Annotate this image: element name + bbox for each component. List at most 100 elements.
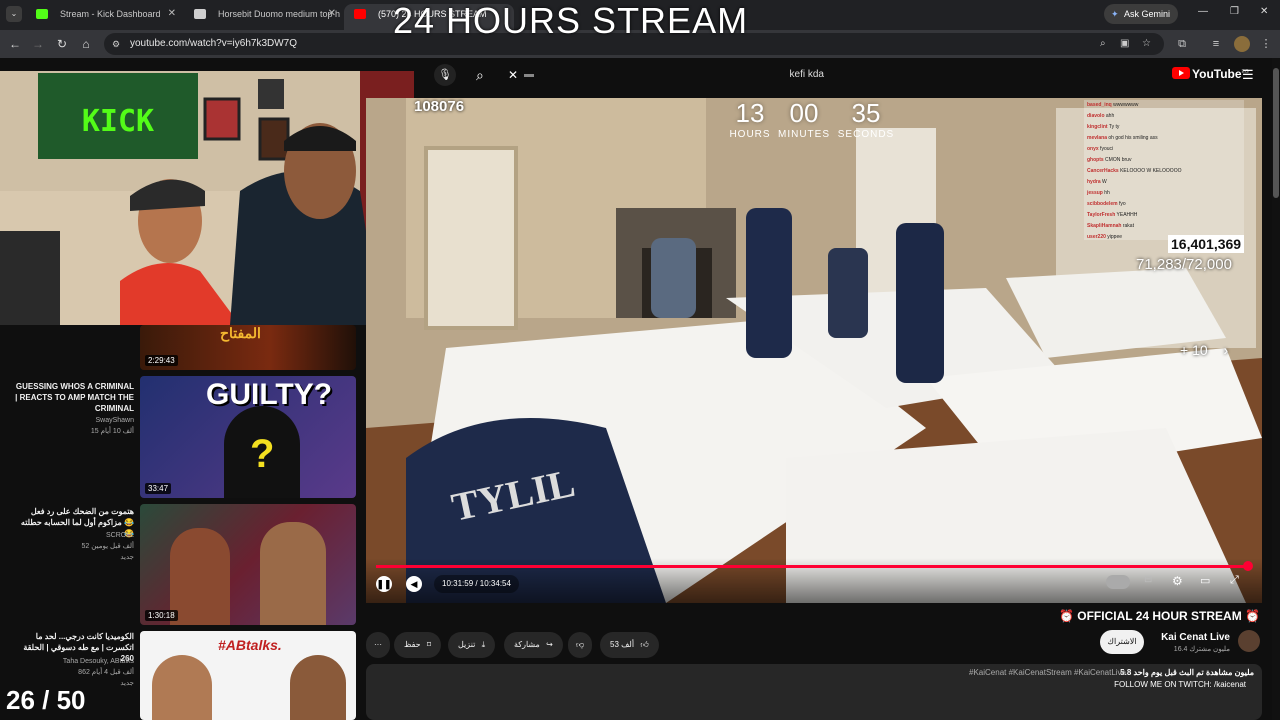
clear-search-icon[interactable]: ✕ [508,64,518,86]
share-button[interactable]: مشاركة ↪ [504,632,563,658]
subscribe-button[interactable]: الاشتراك [1100,630,1144,654]
clip-counter: 26 / 50 [6,685,86,715]
youtube-header: 🎙 ⌕ ✕ ▬ kefi kda YouTubeEG ☰ [414,58,1270,92]
media-controls-icon[interactable]: ≡ [1208,36,1224,52]
chat-text: rakat [1121,223,1134,229]
page-scrollbar[interactable] [1272,58,1280,720]
settings-gear-icon[interactable]: ⚙ [1172,574,1183,588]
chat-message: TaylorFresh YEAHHH [1087,210,1241,221]
youtube-play-icon [1172,67,1190,79]
save-button[interactable]: حفظ ⌑ [394,632,441,658]
voice-search-icon[interactable]: 🎙 [434,64,456,86]
tab-kick-dashboard[interactable]: Stream - Kick Dashboard ✕ [26,4,182,30]
video-thumbnail[interactable]: 1:30:18 [140,504,356,625]
youtube-logo[interactable]: YouTubeEG [1172,67,1249,83]
like-button[interactable]: 53 ألف 👍︎ [600,632,659,658]
back-icon[interactable]: ← [5,34,25,54]
video-thumbnail[interactable]: GUILTY? ? 33:47 [140,376,356,498]
progress-handle[interactable] [1242,561,1253,571]
chat-message: jessup hh [1087,188,1241,199]
thumbs-down-icon: 👎︎ [576,640,585,649]
chat-text: yippee [1105,234,1123,240]
person-figure [290,655,346,720]
channel-avatar[interactable] [1238,630,1260,652]
countdown-minutes-label: MINUTES [778,129,830,140]
chat-message: ghopts CMON bruv [1087,155,1241,166]
zoom-icon[interactable]: ⌕ [1100,33,1106,55]
thumbs-up-icon: 👍︎ [640,640,649,649]
chat-username: kingclint [1087,124,1108,130]
video-thumbnail[interactable]: #ABtalks. [140,631,356,720]
home-icon[interactable]: ⌂ [76,34,96,54]
thumbnail-title-text: المفتاح [220,325,261,341]
chat-username: hydra [1087,179,1101,185]
close-tab-icon[interactable]: ✕ [168,4,176,24]
description-box[interactable]: 5.8 مليون مشاهدة تم البث قبل يوم واحد #K… [366,664,1262,720]
chat-username: jessup [1087,190,1103,196]
hashtags[interactable]: #KaiCenat #KaiCenatStream #KaiCenatLive [969,668,1126,677]
fullscreen-icon[interactable]: ⤢ [1230,574,1239,587]
chat-message: mevlana oh god his smiling ass [1087,133,1241,144]
chrome-menu-icon[interactable]: ⋮ [1258,36,1274,52]
scrollbar-thumb[interactable] [1273,68,1279,198]
chat-text: fyouci [1098,146,1114,152]
close-tab-icon[interactable]: ✕ [328,4,336,24]
download-button[interactable]: تنزيل ⤓ [448,632,496,658]
channel-name[interactable]: SwayShawn [12,416,134,426]
minimize-icon[interactable]: — [1198,6,1208,17]
chat-message: scibbodelem fyo [1087,199,1241,210]
video-title[interactable]: GUESSING WHOS A CRIMINAL | REACTS TO AMP… [12,381,134,414]
video-player[interactable]: TYLIL 108076 13 00 35 HOURS MINUTES SECO… [366,98,1262,603]
download-icon: ⤓ [481,640,486,649]
close-window-icon[interactable]: ✕ [1260,6,1268,17]
countdown-minutes: 00 [789,98,819,128]
search-input[interactable]: ▬ kefi kda [524,64,824,86]
hamburger-menu-icon[interactable]: ☰ [1242,67,1254,83]
channel-name[interactable]: SCROLL [12,531,134,541]
gemini-icon: ✦ [1111,9,1119,19]
tab-search-icon[interactable]: ⌄ [6,6,22,22]
progress-bar[interactable] [376,561,1253,571]
channel-name[interactable]: Taha Desouky, ABtalks [12,657,134,667]
like-count: 53 ألف [610,640,635,649]
cast-icon[interactable]: ▣ [1120,33,1129,55]
chat-message: diavolo ahh [1087,111,1241,122]
chat-message: CancerHacks KELOOOO W KELOOOOO [1087,166,1241,177]
chat-text: YEAHHH [1115,212,1138,218]
extensions-icon[interactable]: ⧉ [1174,36,1190,52]
profile-avatar[interactable] [1234,36,1250,52]
stream-chat-overlay: based_inq wwwwwww diavolo ahh kingclint Ty… [1084,100,1244,240]
video-thumbnail[interactable]: المفتاح 2:29:43 [140,325,356,370]
autoplay-toggle[interactable] [1106,575,1130,589]
view-counter: 108076 [414,98,465,115]
pause-icon[interactable]: ❚❚ [376,576,392,592]
subtitles-icon[interactable]: ⊟ [1144,574,1152,585]
video-meta: 52 ألف قبل يومين [81,543,134,550]
chat-message: hydra W [1087,177,1241,188]
url-text: youtube.com/watch?v=iy6h7k3DW7Q [130,38,298,49]
bookmark-icon: ⌑ [426,640,431,649]
ask-gemini-button[interactable]: ✦ Ask Gemini [1104,4,1178,24]
chat-username: diavolo [1087,113,1105,119]
site-info-icon[interactable]: ⚙ [112,33,120,55]
channel-name[interactable]: Kai Cenat Live [1130,632,1230,643]
countdown-hours: 13 [735,98,765,128]
person-figure [152,655,212,720]
chat-text: CMON bruv [1103,157,1132,163]
views-line: 5.8 مليون مشاهدة تم البث قبل يوم واحد [1120,668,1254,677]
volume-icon[interactable]: ◀ [406,576,422,592]
tab-horsebit[interactable]: Horsebit Duomo medium top h ✕ [184,4,342,30]
forward-icon[interactable]: → [28,34,48,54]
theater-mode-icon[interactable]: ▭ [1200,574,1210,587]
maximize-icon[interactable]: ❐ [1230,6,1239,17]
sub-count-box: 16,401,369 [1168,235,1245,253]
youtube-logo-text: YouTube [1192,67,1242,81]
chat-username: CancerHacks [1087,168,1119,174]
bookmark-star-icon[interactable]: ☆ [1142,33,1151,55]
reload-icon[interactable]: ↻ [52,34,72,54]
svg-text:KICK: KICK [82,104,154,139]
more-actions-button[interactable]: ··· [366,632,390,658]
skip-forward-label[interactable]: + 10 › [1180,342,1228,358]
dislike-button[interactable]: 👎︎ [568,632,593,658]
search-icon[interactable]: ⌕ [476,64,484,86]
